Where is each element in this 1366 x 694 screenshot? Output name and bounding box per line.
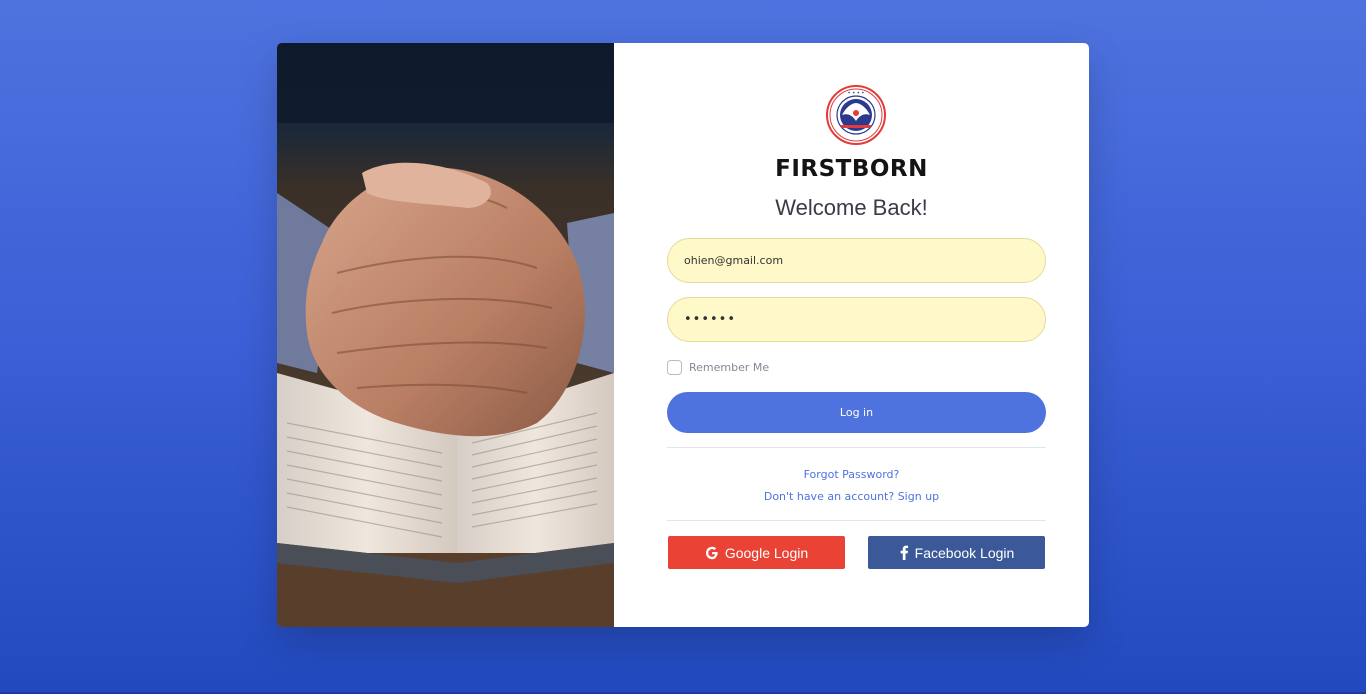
brand-name: FIRSTBORN — [775, 156, 928, 182]
facebook-login-label: Facebook Login — [914, 544, 1015, 561]
login-button[interactable]: Log in — [667, 392, 1046, 433]
facebook-login-button[interactable]: Facebook Login — [868, 536, 1045, 569]
login-card: ✦ ✦ ✦ ✦ FIRSTBORN Welcome Back! ohien@gm… — [277, 43, 1089, 627]
signup-link[interactable]: Don't have an account? Sign up — [614, 490, 1089, 503]
facebook-icon — [899, 545, 909, 560]
divider — [667, 520, 1046, 521]
forgot-password-link[interactable]: Forgot Password? — [614, 468, 1089, 481]
password-input[interactable]: •••••• — [667, 297, 1046, 342]
email-input[interactable]: ohien@gmail.com — [667, 238, 1046, 283]
svg-text:✦ ✦ ✦ ✦: ✦ ✦ ✦ ✦ — [847, 90, 865, 95]
google-login-button[interactable]: Google Login — [668, 536, 845, 569]
remember-me-label: Remember Me — [689, 361, 770, 374]
email-value: ohien@gmail.com — [684, 254, 784, 267]
praying-hands-image — [277, 43, 614, 627]
google-icon — [705, 546, 719, 560]
welcome-heading: Welcome Back! — [775, 195, 928, 220]
password-value: •••••• — [684, 312, 737, 327]
login-form-panel: ✦ ✦ ✦ ✦ FIRSTBORN Welcome Back! ohien@gm… — [614, 43, 1089, 627]
remember-me[interactable]: Remember Me — [667, 360, 769, 375]
divider — [667, 447, 1046, 448]
remember-me-checkbox[interactable] — [667, 360, 682, 375]
church-seal-logo: ✦ ✦ ✦ ✦ — [826, 85, 886, 145]
google-login-label: Google Login — [724, 544, 809, 561]
